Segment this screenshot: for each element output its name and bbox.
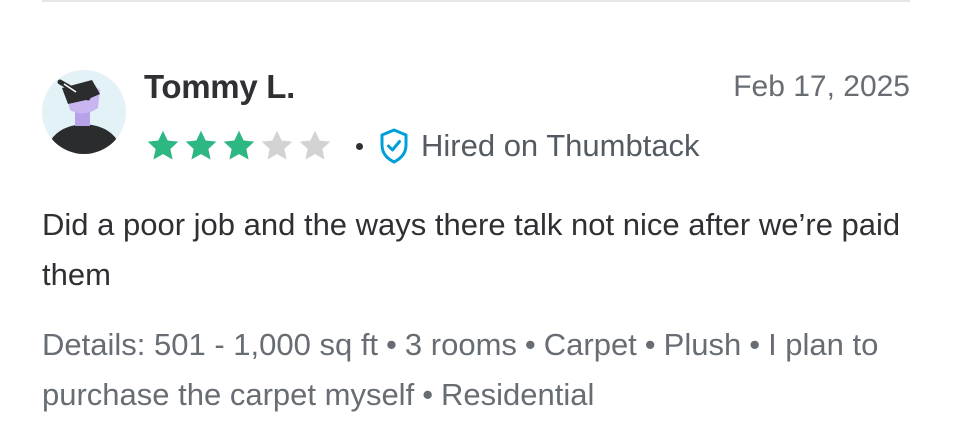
star-filled-icon — [185, 130, 217, 160]
review-details: Details: 501 - 1,000 sq ft • 3 rooms • Carpe… — [42, 320, 910, 420]
hired-badge: Hired on Thumbtack — [379, 128, 700, 164]
separator-dot — [356, 142, 363, 150]
star-filled-icon — [147, 130, 179, 160]
review-date: Feb 17, 2025 — [733, 70, 910, 103]
details-separator: • — [422, 377, 434, 412]
star-filled-icon — [223, 130, 255, 160]
review-text: Did a poor job and the ways there talk n… — [42, 207, 901, 292]
details-separator: • — [644, 327, 656, 362]
details-separator: • — [524, 327, 536, 362]
details-item: 3 rooms — [404, 327, 517, 362]
details-separator: • — [386, 327, 397, 362]
star-empty-icon — [261, 130, 293, 160]
details-item: Residential — [441, 377, 595, 412]
details-item: Plush — [663, 327, 742, 362]
reviewer-name: Tommy L. — [144, 68, 295, 105]
details-item: Carpet — [543, 327, 637, 362]
details-item: 501 - 1,000 sq ft — [154, 327, 379, 362]
details-label: Details: — [42, 327, 146, 362]
avatar — [42, 70, 126, 154]
hired-label: Hired on Thumbtack — [421, 128, 700, 163]
star-empty-icon — [299, 130, 331, 160]
review-meta: Hired on Thumbtack — [144, 126, 700, 166]
shield-check-icon — [380, 128, 408, 164]
top-divider — [42, 0, 910, 2]
star-rating — [144, 128, 334, 164]
details-separator: • — [749, 327, 761, 362]
